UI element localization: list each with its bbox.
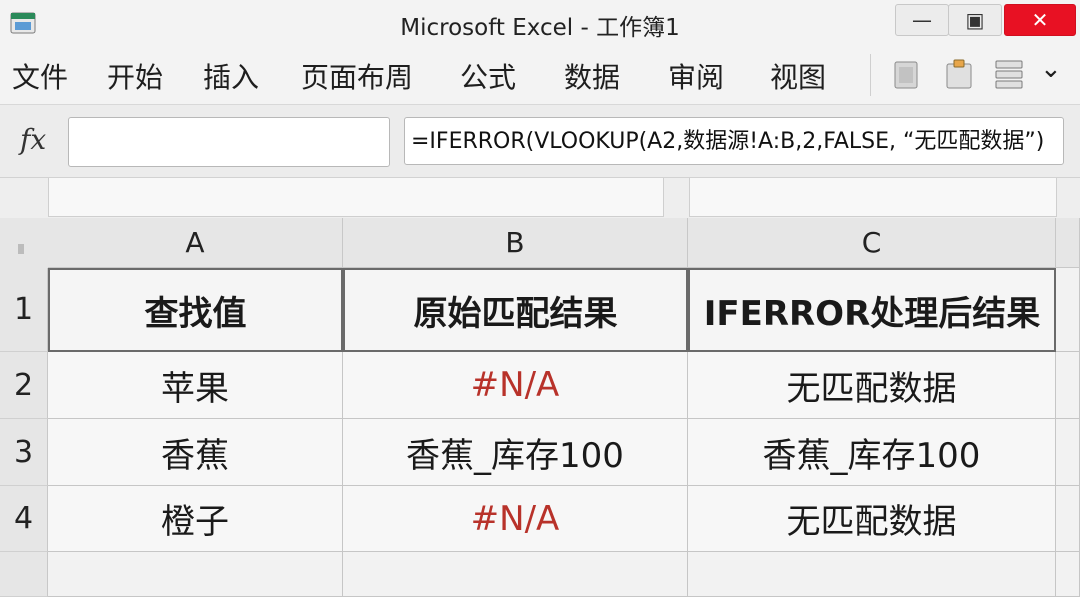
cell-d1[interactable] — [1056, 268, 1080, 352]
cell-d5[interactable] — [1056, 552, 1080, 597]
layout-icon[interactable] — [992, 58, 1026, 92]
menu-formulas[interactable]: 公式 — [460, 56, 516, 96]
paste-icon[interactable] — [890, 58, 924, 92]
strip-panel-left — [48, 178, 664, 217]
title-bar: Microsoft Excel - 工作簿1 — ▣ ✕ — [0, 0, 1080, 46]
formula-bar: fx =IFERROR(VLOOKUP(A2,数据源!A:B,2,FALSE, … — [0, 105, 1080, 178]
row-header-5[interactable] — [0, 552, 48, 597]
menu-bar: 文件 开始 插入 页面布周 公式 数据 审阅 视图 ⌄ — [0, 46, 1080, 105]
formula-input[interactable]: =IFERROR(VLOOKUP(A2,数据源!A:B,2,FALSE, “无匹… — [404, 117, 1064, 165]
cell-c3[interactable]: 香蕉_库存100 — [688, 419, 1056, 486]
strip-panel-right — [689, 178, 1057, 217]
row-header-3[interactable]: 3 — [0, 419, 48, 486]
cell-d4[interactable] — [1056, 486, 1080, 552]
menu-insert[interactable]: 插入 — [203, 56, 259, 96]
cell-a5[interactable] — [48, 552, 343, 597]
cell-a1[interactable]: 查找值 — [48, 268, 343, 352]
menu-review[interactable]: 审阅 — [668, 56, 724, 96]
minimize-icon: — — [912, 8, 932, 32]
column-header-d[interactable] — [1056, 218, 1080, 268]
name-box[interactable] — [68, 117, 390, 167]
cell-b5[interactable] — [343, 552, 688, 597]
cell-b1[interactable]: 原始匹配结果 — [343, 268, 688, 352]
menu-separator — [870, 54, 871, 96]
cell-a4[interactable]: 橙子 — [48, 486, 343, 552]
close-icon: ✕ — [1031, 8, 1049, 32]
menu-data[interactable]: 数据 — [564, 56, 620, 96]
menu-page-layout[interactable]: 页面布周 — [301, 56, 413, 96]
cell-d2[interactable] — [1056, 352, 1080, 419]
menu-home[interactable]: 开始 — [107, 56, 163, 96]
minimize-button[interactable]: — — [895, 4, 949, 36]
corner-mark — [18, 244, 24, 254]
cell-c1[interactable]: IFERROR处理后结果 — [688, 268, 1056, 352]
select-all-corner[interactable] — [0, 218, 49, 269]
cell-b4[interactable]: #N/A — [343, 486, 688, 552]
chevron-down-icon[interactable]: ⌄ — [1040, 54, 1062, 84]
cell-c2[interactable]: 无匹配数据 — [688, 352, 1056, 419]
cell-c5[interactable] — [688, 552, 1056, 597]
cell-c4[interactable]: 无匹配数据 — [688, 486, 1056, 552]
menu-file[interactable]: 文件 — [12, 56, 68, 96]
column-header-c[interactable]: C — [688, 218, 1056, 268]
cell-b2[interactable]: #N/A — [343, 352, 688, 419]
cell-a2[interactable]: 苹果 — [48, 352, 343, 419]
maximize-icon: ▣ — [965, 8, 985, 32]
column-header-b[interactable]: B — [343, 218, 688, 268]
maximize-button[interactable]: ▣ — [948, 4, 1002, 36]
menu-view[interactable]: 视图 — [770, 56, 826, 96]
close-button[interactable]: ✕ — [1004, 4, 1076, 36]
cell-b3[interactable]: 香蕉_库存100 — [343, 419, 688, 486]
row-header-4[interactable]: 4 — [0, 486, 48, 552]
row-header-2[interactable]: 2 — [0, 352, 48, 419]
toolbar-strip — [0, 178, 1080, 218]
spreadsheet-grid: A B C 1 2 3 4 查找值 原始匹配结果 IFERROR处理后结果 苹果… — [0, 218, 1080, 597]
row-header-1[interactable]: 1 — [0, 268, 48, 352]
clipboard-icon[interactable] — [942, 58, 976, 92]
cell-a3[interactable]: 香蕉 — [48, 419, 343, 486]
cell-d3[interactable] — [1056, 419, 1080, 486]
fx-icon[interactable]: fx — [20, 123, 46, 156]
column-header-a[interactable]: A — [48, 218, 343, 268]
